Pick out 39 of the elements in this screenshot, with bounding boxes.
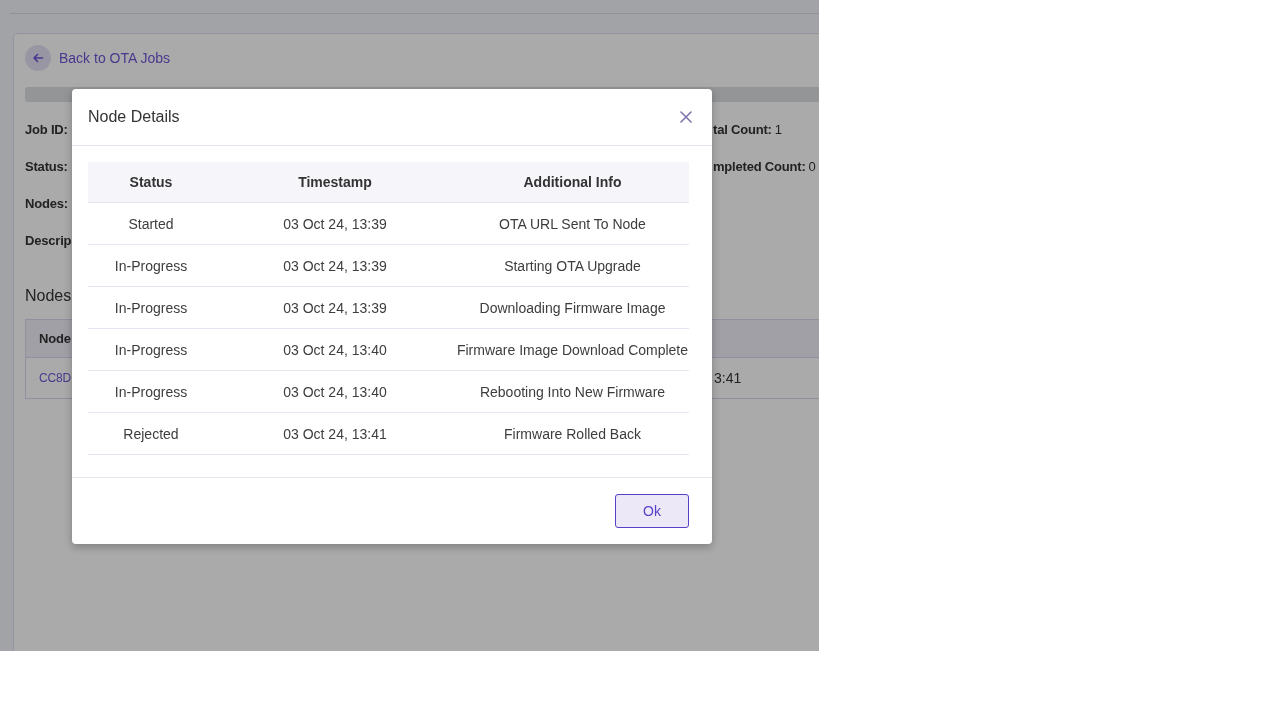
table-cell: 03 Oct 24, 13:39 bbox=[283, 215, 387, 232]
detail-label: mpleted Count: bbox=[713, 158, 806, 174]
table-cell: 03 Oct 24, 13:39 bbox=[283, 299, 387, 316]
close-icon bbox=[680, 111, 692, 123]
dialog-title: Node Details bbox=[88, 108, 180, 126]
table-cell: In-Progress bbox=[114, 341, 188, 358]
detail-label: Status: bbox=[25, 158, 68, 174]
table-cell: 03 Oct 24, 13:41 bbox=[283, 425, 387, 442]
detail-value: 0 bbox=[808, 158, 816, 174]
node-link[interactable]: CC8D bbox=[39, 371, 71, 385]
detail-label: Nodes: bbox=[25, 195, 68, 211]
table-cell: Rebooting Into New Firmware bbox=[479, 383, 666, 400]
table-cell: Firmware Image Download Complete bbox=[456, 341, 689, 358]
table-cell: OTA URL Sent To Node bbox=[499, 215, 646, 232]
column-header: Additional Info bbox=[523, 174, 622, 190]
table-cell: Started bbox=[128, 215, 174, 232]
detail-label: tal Count: bbox=[713, 121, 772, 137]
back-link[interactable]: Back to OTA Jobs bbox=[25, 45, 170, 71]
column-header: Status bbox=[129, 174, 173, 190]
detail-value: 1 bbox=[774, 121, 782, 137]
table-cell: 03 Oct 24, 13:39 bbox=[283, 257, 387, 274]
table-cell: In-Progress bbox=[114, 383, 188, 400]
close-button[interactable] bbox=[680, 111, 692, 123]
ok-button[interactable]: Ok bbox=[615, 494, 689, 528]
table-cell: Starting OTA Upgrade bbox=[504, 257, 641, 274]
column-header: Node bbox=[39, 331, 71, 346]
table-cell: 3:41 bbox=[714, 370, 742, 386]
detail-label: Job ID: bbox=[25, 121, 68, 137]
table-cell: Firmware Rolled Back bbox=[504, 425, 641, 442]
table-cell: 03 Oct 24, 13:40 bbox=[283, 341, 387, 358]
detail-label: Descrip bbox=[25, 232, 72, 248]
table-cell: In-Progress bbox=[114, 257, 188, 274]
table-cell: Downloading Firmware Image bbox=[479, 299, 666, 316]
table-cell: In-Progress bbox=[114, 299, 188, 316]
table-cell: 03 Oct 24, 13:40 bbox=[283, 383, 387, 400]
section-heading: Nodes bbox=[25, 286, 72, 306]
arrow-left-icon bbox=[25, 45, 51, 71]
table-cell: Rejected bbox=[123, 425, 179, 442]
column-header: Timestamp bbox=[298, 174, 372, 190]
